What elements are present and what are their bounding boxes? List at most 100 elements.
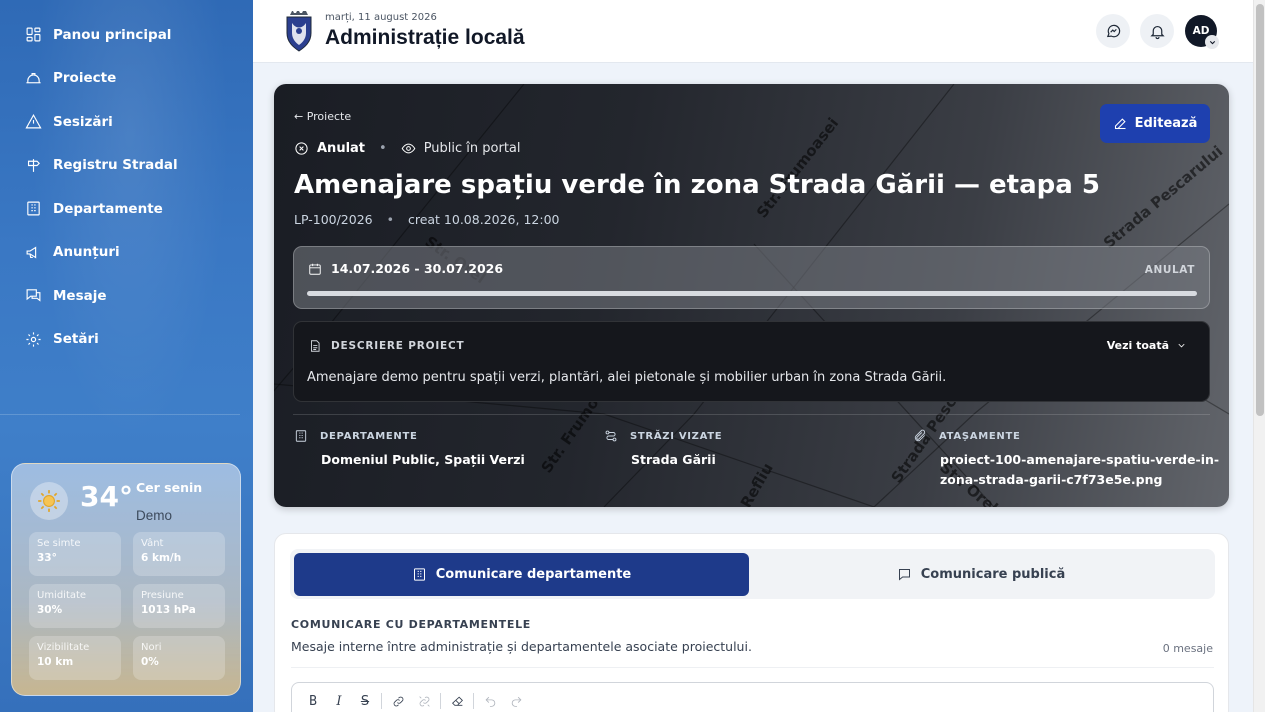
message-editor[interactable]: B I S [291, 682, 1214, 712]
chat-button[interactable] [1096, 14, 1130, 48]
weather-cell-label: Umiditate [37, 590, 87, 601]
weather-cell-label: Nori [141, 642, 162, 653]
messages-icon [24, 287, 42, 305]
header-date: marți, 11 august 2026 [325, 12, 437, 23]
strikethrough-button[interactable]: S [352, 691, 378, 711]
weather-clouds: Nori 0% [133, 636, 225, 680]
calendar-icon [309, 263, 321, 275]
clear-format-button[interactable] [444, 691, 470, 711]
paperclip-icon [914, 429, 926, 442]
communication-divider [291, 667, 1214, 668]
weather-cell-value: 10 km [37, 656, 74, 668]
link-button[interactable] [385, 691, 411, 711]
streets-label-row: STRĂZI VIZATE [604, 429, 722, 443]
streets-value: Strada Gării [631, 452, 716, 467]
project-title: Amenajare spațiu verde în zona Strada Gă… [294, 170, 1100, 200]
period-range: 14.07.2026 - 30.07.2026 [331, 261, 504, 276]
bold-button[interactable]: B [300, 691, 326, 711]
megaphone-icon [24, 243, 42, 261]
hardhat-icon [24, 69, 42, 87]
sidebar-item-label: Setări [53, 331, 99, 348]
project-period: 14.07.2026 - 30.07.2026 ANULAT [293, 246, 1210, 309]
sidebar: Panou principal Proiecte Sesizări Regist… [0, 0, 253, 712]
sun-icon [30, 482, 68, 520]
building-icon [413, 568, 425, 581]
building-icon [24, 200, 42, 218]
toolbar-separator [440, 693, 441, 709]
attachments-info: ATAȘAMENTE proiect-100-amenajare-spatiu-… [913, 429, 1219, 490]
edit-button-label: Editează [1134, 116, 1198, 131]
weather-temperature: 34° [80, 480, 133, 513]
weather-cell-value: 6 km/h [141, 552, 182, 564]
communication-heading: COMUNICARE CU DEPARTAMENTELE [291, 618, 531, 631]
chevron-down-icon [1178, 343, 1185, 348]
weather-demo-label: Demo [136, 508, 173, 523]
attachments-label-row: ATAȘAMENTE [913, 429, 1219, 443]
map-street-label: Refliu [737, 460, 777, 507]
weather-wind: Vânt 6 km/h [133, 532, 225, 576]
sidebar-item-label: Anunțuri [53, 244, 120, 261]
weather-cell-value: 0% [141, 656, 159, 668]
sidebar-item-projects[interactable]: Proiecte [0, 57, 253, 101]
redo-button[interactable] [503, 691, 529, 711]
chevron-down-icon[interactable] [1205, 35, 1219, 49]
top-header: marți, 11 august 2026 Administrație loca… [253, 0, 1253, 63]
notifications-button[interactable] [1140, 14, 1174, 48]
attachments-label: ATAȘAMENTE [939, 430, 1021, 442]
description-heading-label: DESCRIERE PROIECT [331, 340, 465, 352]
back-to-projects-link[interactable]: ← Proiecte [294, 110, 351, 123]
weather-condition: Cer senin [136, 480, 203, 495]
departments-info: DEPARTAMENTE Domeniul Public, Spații Ver… [294, 429, 525, 470]
unlink-button[interactable] [411, 691, 437, 711]
project-code: LP-100/2026 [294, 212, 373, 227]
page-scrollbar[interactable] [1253, 0, 1265, 712]
sidebar-item-reports[interactable]: Sesizări [0, 100, 253, 144]
signpost-icon [24, 156, 42, 174]
attachment-link[interactable]: proiect-100-amenajare-spatiu-verde-in- z… [940, 450, 1219, 490]
dashboard-icon [24, 26, 42, 44]
visibility-label: Public în portal [423, 141, 521, 156]
map-street-label: Str. Frumoasei [753, 114, 842, 221]
separator-dot: • [386, 212, 394, 227]
weather-cell-value: 30% [37, 604, 63, 616]
italic-button[interactable]: I [326, 691, 352, 711]
tab-departments-communication[interactable]: Comunicare departamente [294, 553, 749, 596]
chat-icon [1106, 24, 1120, 37]
weather-feels-like: Se simte 33° [29, 532, 121, 576]
weather-pressure: Presiune 1013 hPa [133, 584, 225, 628]
status-badge: Anulat [317, 141, 366, 156]
sidebar-item-settings[interactable]: Setări [0, 318, 253, 362]
sidebar-item-dashboard[interactable]: Panou principal [0, 13, 253, 57]
period-dates: 14.07.2026 - 30.07.2026 [308, 261, 503, 276]
weather-cell-label: Presiune [141, 590, 184, 601]
toolbar-separator [381, 693, 382, 709]
bell-icon [1149, 25, 1165, 39]
weather-cell-label: Vânt [141, 538, 164, 549]
weather-cell-label: Vizibilitate [37, 642, 90, 653]
project-hero-card: Str. Frumoasei Strada Pescarului Str. Or… [274, 84, 1229, 507]
eraser-icon [451, 696, 463, 706]
page-title: Administrație locală [325, 26, 525, 49]
see-all-button[interactable]: Vezi toată [1107, 339, 1187, 352]
hero-divider [293, 414, 1210, 415]
project-description: DESCRIERE PROIECT Vezi toată Amenajare d… [293, 321, 1210, 402]
departments-label: DEPARTAMENTE [320, 430, 418, 442]
separator-dot: • [379, 141, 387, 156]
streets-info: STRĂZI VIZATE Strada Gării [604, 429, 722, 470]
sidebar-item-messages[interactable]: Mesaje [0, 274, 253, 318]
sidebar-item-street-registry[interactable]: Registru Stradal [0, 144, 253, 188]
toolbar-separator [473, 693, 474, 709]
scrollbar-thumb[interactable] [1256, 4, 1264, 416]
sidebar-item-announcements[interactable]: Anunțuri [0, 231, 253, 275]
attachment-name-line: zona-strada-garii-c7f73e5e.png [940, 472, 1163, 487]
warning-icon [24, 113, 42, 131]
weather-humidity: Umiditate 30% [29, 584, 121, 628]
sidebar-item-label: Sesizări [53, 113, 113, 130]
edit-button[interactable]: Editează [1100, 104, 1210, 143]
tab-public-communication[interactable]: Comunicare publică [751, 553, 1211, 596]
undo-button[interactable] [477, 691, 503, 711]
sidebar-item-departments[interactable]: Departamente [0, 187, 253, 231]
communication-tabs: Comunicare departamente Comunicare publi… [290, 549, 1215, 599]
see-all-label: Vezi toată [1106, 339, 1169, 352]
unlink-icon [418, 695, 430, 707]
